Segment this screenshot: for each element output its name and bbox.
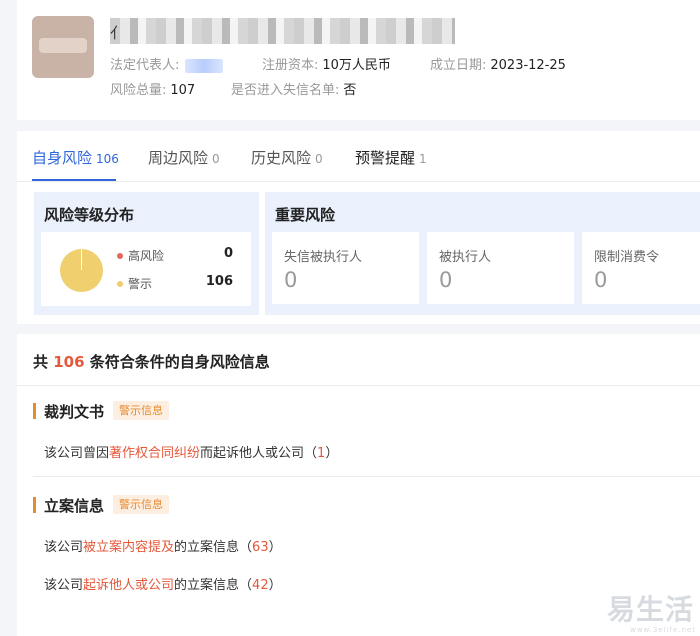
- results-divider: [17, 385, 700, 386]
- watermark-url: www.3elife.net: [630, 626, 696, 634]
- blacklist-status: 是否进入失信名单: 否: [231, 83, 357, 98]
- section-marker: [33, 497, 36, 513]
- major-risk-panel: 重要风险 失信被执行人 0 被执行人 0 限制消费令 0: [265, 192, 700, 315]
- company-name: 亻: [110, 24, 126, 42]
- company-name-redacted: [110, 18, 455, 44]
- capital: 注册资本: 10万人民币: [262, 58, 391, 73]
- risk-link[interactable]: 起诉他人或公司: [83, 578, 174, 593]
- results-title: 共 106 条符合条件的自身风险信息: [33, 353, 270, 371]
- legal-rep: 法定代表人:: [110, 54, 224, 73]
- watermark: 易生活: [606, 593, 694, 626]
- risk-overview: 自身风险 106 周边风险 0 历史风险 0 预警提醒 1 风险等级分布 高风险 0 警…: [17, 131, 700, 324]
- risk-link[interactable]: 被立案内容提及: [83, 540, 174, 555]
- company-logo: [32, 16, 94, 78]
- risk-pie: [60, 249, 103, 292]
- warn-dot: [117, 280, 123, 287]
- list-item[interactable]: 该公司起诉他人或公司的立案信息（42）: [44, 574, 282, 593]
- tab-history-risk[interactable]: 历史风险 0: [251, 147, 323, 168]
- risk-level-chart: 高风险 0 警示 106: [41, 232, 251, 306]
- legal-rep-redacted[interactable]: [185, 58, 224, 73]
- tab-self-risk[interactable]: 自身风险 106: [32, 147, 119, 168]
- major-risk-dishonest[interactable]: 失信被执行人 0: [272, 232, 419, 304]
- major-risk-title: 重要风险: [275, 206, 336, 224]
- risk-level-title: 风险等级分布: [44, 206, 135, 224]
- high-risk-dot: [117, 252, 123, 259]
- major-risk-executed[interactable]: 被执行人 0: [427, 232, 574, 304]
- warning-tag: 警示信息: [113, 495, 169, 514]
- list-item[interactable]: 该公司曾因著作权合同纠纷而起诉他人或公司（1）: [44, 442, 338, 461]
- tab-surrounding-risk[interactable]: 周边风险 0: [148, 147, 220, 168]
- risk-total: 风险总量: 107: [110, 83, 196, 98]
- founded-date: 成立日期: 2023-12-25: [430, 58, 566, 73]
- legend-warn: 警示: [117, 275, 152, 292]
- list-item[interactable]: 该公司被立案内容提及的立案信息（63）: [44, 536, 282, 555]
- risk-results: 共 106 条符合条件的自身风险信息 裁判文书 警示信息 该公司曾因著作权合同纠…: [17, 334, 700, 636]
- risk-link[interactable]: 著作权合同纠纷: [109, 446, 200, 461]
- tab-warning[interactable]: 预警提醒 1: [355, 147, 427, 168]
- legend-high: 高风险: [117, 247, 164, 264]
- legend-high-value: 0: [223, 246, 233, 261]
- tab-divider: [17, 181, 700, 182]
- risk-level-panel: 风险等级分布 高风险 0 警示 106: [34, 192, 259, 315]
- company-header: 亻 法定代表人: 注册资本: 10万人民币 成立日期: 2023-12-25 风险总…: [17, 0, 700, 120]
- warning-tag: 警示信息: [113, 401, 169, 420]
- legend-warn-value: 106: [205, 274, 233, 289]
- section-marker: [33, 403, 36, 419]
- major-risk-consumption-limit[interactable]: 限制消费令 0: [582, 232, 700, 304]
- section-divider: [33, 476, 700, 477]
